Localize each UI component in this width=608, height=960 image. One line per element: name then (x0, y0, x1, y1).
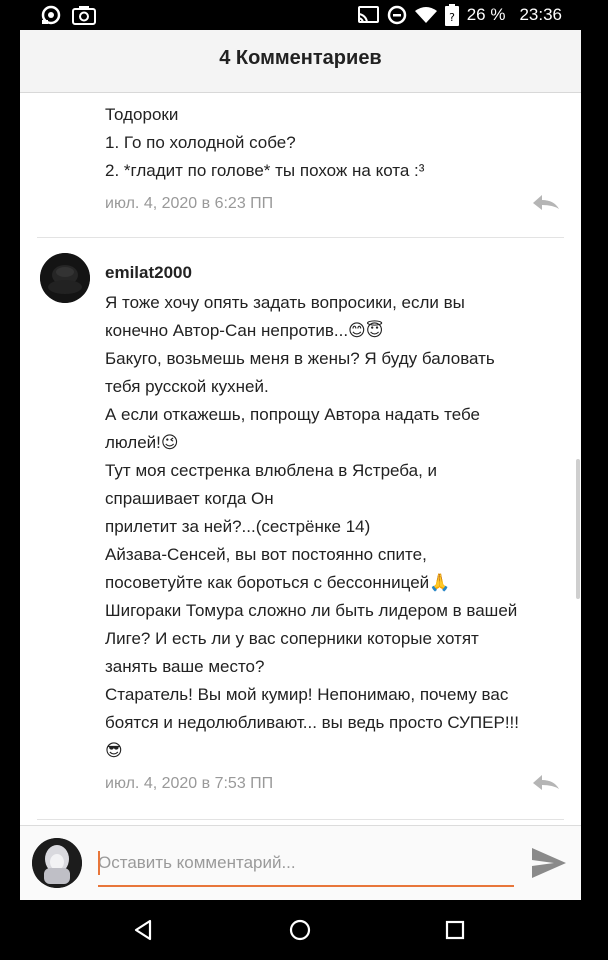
comment-line: 1. Го по холодной собе? (105, 133, 296, 152)
comment-date: июл. 4, 2020 в 6:23 ПП (105, 195, 274, 212)
comment-line: Айзава-Сенсей, вы вот постоянно спите, (105, 545, 427, 564)
comment-line: люлей!😉 (105, 433, 179, 452)
comments-list[interactable]: Тодороки 1. Го по холодной собе? 2. *гла… (20, 93, 581, 825)
comment-input[interactable] (98, 845, 514, 881)
comment-line: Шигораки Томура сложно ли быть лидером в… (105, 601, 518, 620)
data-saver-icon (387, 5, 407, 25)
comment-divider (37, 819, 564, 820)
comment-line: прилетит за ней?...(сестрёнке 14) (105, 517, 371, 536)
comments-dialog: 4 Комментариев Тодороки 1. Го по холодно… (20, 30, 581, 900)
comment-line: Лиге? И есть ли у вас соперники которые … (105, 629, 479, 648)
svg-text:?: ? (449, 11, 455, 24)
comment-line: боятся и недолюбливают... вы ведь просто… (105, 713, 519, 732)
text-cursor (98, 851, 100, 875)
comment-input-field[interactable] (98, 845, 514, 887)
comment-compose-bar (20, 825, 581, 900)
comment-text: Тодороки 1. Го по холодной собе? 2. *гла… (105, 101, 565, 185)
back-icon[interactable] (132, 918, 154, 947)
comment-line: Тодороки (105, 105, 179, 124)
screenshot-camera-icon (72, 5, 96, 25)
recent-apps-icon[interactable] (444, 918, 466, 947)
send-icon[interactable] (530, 846, 568, 885)
comment-date: июл. 4, 2020 в 7:53 ПП (105, 775, 274, 792)
home-icon[interactable] (288, 918, 312, 947)
clock: 23:36 (519, 5, 562, 24)
dialog-title: 4 Комментариев (219, 47, 382, 69)
battery-percent: 26 % (466, 5, 506, 24)
status-bar: ? 26 % 23:36 (0, 0, 608, 30)
navigation-bar (0, 900, 608, 960)
comment-line: конечно Автор-Сан непротив...😊😇 (105, 321, 384, 340)
comment-line: посоветуйте как бороться с бессонницей🙏 (105, 573, 451, 592)
comment-line: 2. *гладит по голове* ты похож на кота :… (105, 161, 425, 180)
comment-line: 😎 (105, 741, 123, 760)
reply-icon[interactable] (532, 773, 560, 798)
dialog-header: 4 Комментариев (20, 30, 581, 93)
battery-icon: ? (444, 4, 459, 26)
comment-line: тебя русской кухней. (105, 377, 269, 396)
comment-text: Я тоже хочу опять задать вопросики, если… (105, 289, 565, 765)
comment-line: А если откажешь, попрощу Автора надать т… (105, 405, 480, 424)
comment-line: Бакуго, возьмешь меня в жены? Я буду бал… (105, 349, 495, 368)
cast-icon (357, 6, 379, 24)
reply-icon[interactable] (532, 193, 560, 218)
comment-line: спрашивает когда Он (105, 489, 274, 508)
comment-line: Старатель! Вы мой кумир! Непонимаю, поче… (105, 685, 509, 704)
wifi-icon (414, 6, 437, 24)
comment-line: занять ваше место? (105, 657, 265, 676)
comment-author[interactable]: emilat2000 (105, 263, 192, 283)
avatar (32, 838, 82, 888)
comment-line: Тут моя сестренка влюблена в Ястреба, и (105, 461, 438, 480)
avatar[interactable] (40, 253, 90, 303)
comment-line: Я тоже хочу опять задать вопросики, если… (105, 293, 465, 312)
scrollbar[interactable] (576, 459, 580, 599)
notification-sync-icon (40, 5, 62, 25)
comment-divider (37, 237, 564, 238)
